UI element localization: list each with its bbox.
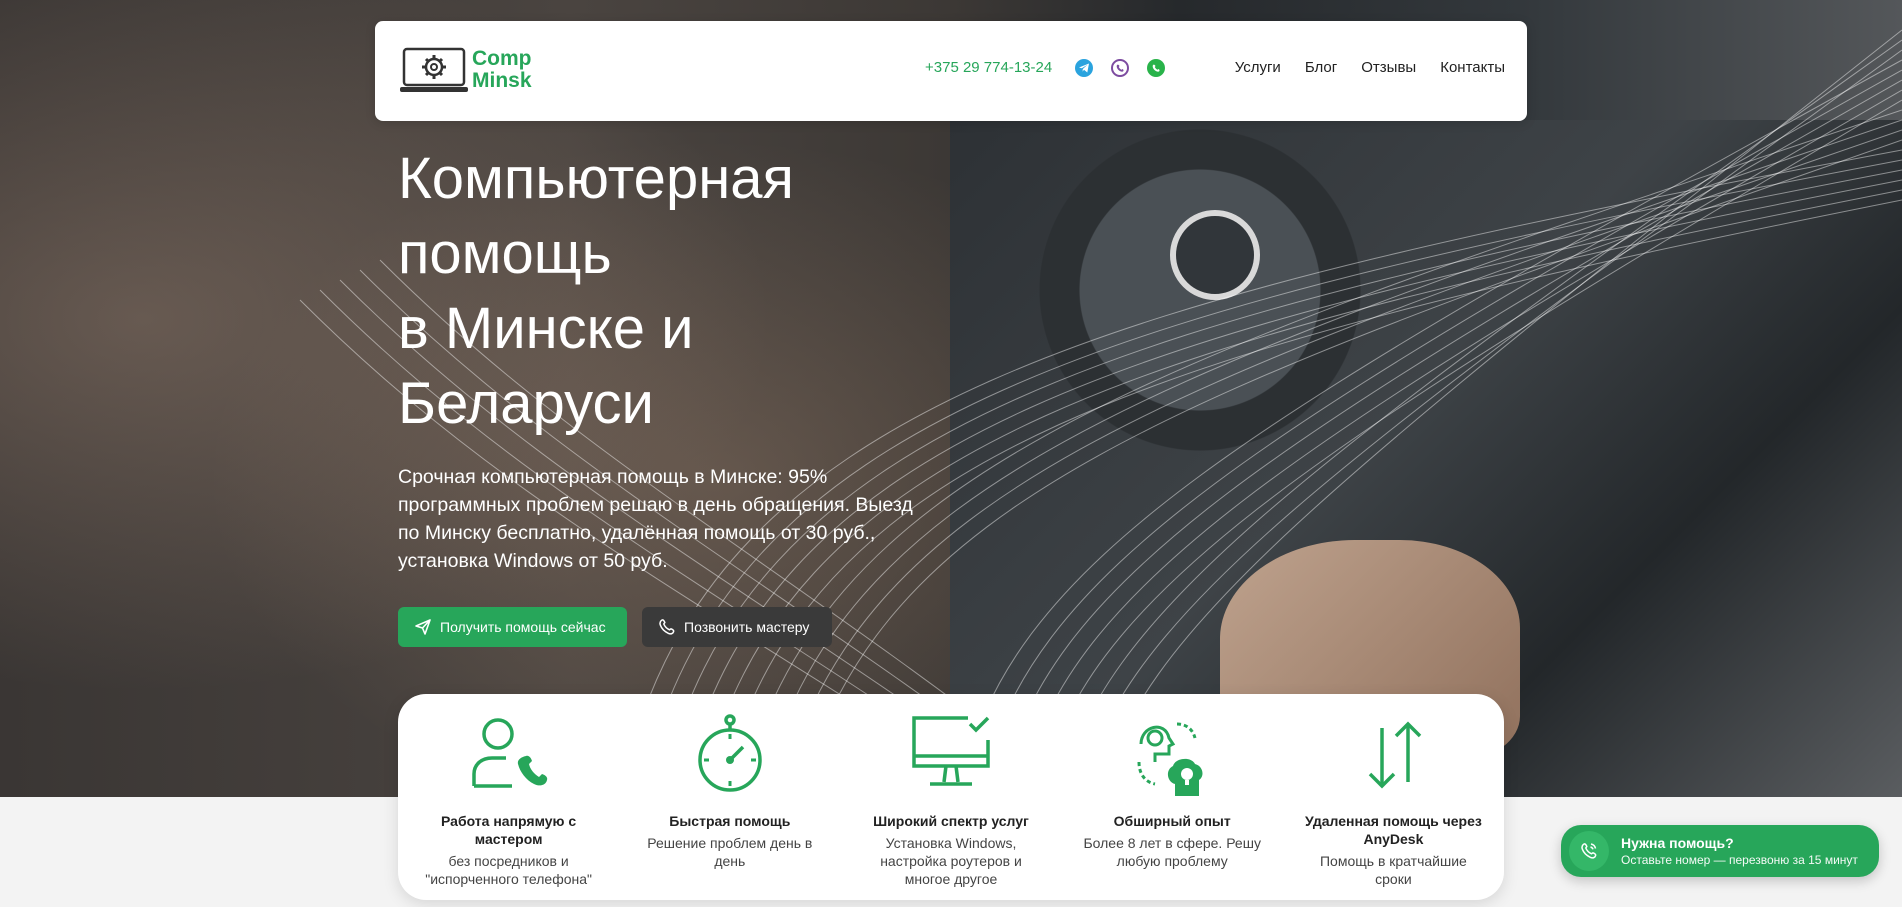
hero-subtitle: Срочная компьютерная помощь в Минске: 95… [398,466,913,572]
get-help-button[interactable]: Получить помощь сейчас [398,607,627,647]
call-master-button[interactable]: Позвонить мастеру [642,607,832,647]
feature-title: Работа напрямую с мастером [441,813,577,847]
callback-popup-title: Нужна помощь? [1621,834,1734,851]
logo-line-2: Minsk [472,69,532,92]
logo-line-1: Comp [472,47,532,70]
phone-icon [659,619,675,635]
callback-popup[interactable]: Нужна помощь? Оставьте номер — перезвоню… [1561,825,1879,877]
feature-title: Быстрая помощь [669,813,791,829]
nav-item-reviews[interactable]: Отзывы [1361,59,1416,76]
viber-icon[interactable] [1111,59,1129,77]
feature-title: Удаленная помощь через AnyDesk [1305,813,1482,847]
heads-lightbulb-icon [1137,722,1203,796]
feature-desc: Установка Windows, настройка роутеров и … [880,835,1022,887]
whatsapp-icon[interactable] [1147,59,1165,77]
callback-popup-text: Нужна помощь? Оставьте номер — перезвоню… [1621,835,1858,868]
feature-item: Быстрая помощь Решение проблем день в де… [619,694,840,900]
send-icon [415,619,431,635]
main-nav: Услуги Блог Отзывы Контакты [1235,59,1505,76]
feature-title: Широкий спектр услуг [873,813,1029,829]
nav-item-blog[interactable]: Блог [1305,59,1337,76]
feature-item: Обширный опыт Более 8 лет в сфере. Решу … [1062,694,1283,900]
feature-item: Работа напрямую с мастером без посредник… [398,694,619,900]
site-logo[interactable]: Comp Minsk [400,45,532,95]
monitor-check-icon [912,716,990,786]
hero-title: Компьютерная помощь в Минске и Беларуси [398,141,998,441]
person-phone-icon [471,718,547,788]
site-header: Comp Minsk +375 29 774-13-24 Услуги Блог… [375,21,1527,121]
feature-desc: Более 8 лет в сфере. Решу любую проблему [1083,835,1261,869]
phone-ring-icon [1569,831,1609,871]
laptop-gear-icon [400,47,468,92]
feature-desc: Помощь в кратчайшие сроки [1319,853,1467,887]
header-phone-link[interactable]: +375 29 774-13-24 [925,59,1052,76]
feature-desc: без посредников и "испорченного телефона… [425,853,592,887]
nav-item-services[interactable]: Услуги [1235,59,1281,76]
hero-title-line-2: помощь [398,221,612,286]
feature-title: Обширный опыт [1113,813,1231,829]
nav-item-contacts[interactable]: Контакты [1440,59,1505,76]
feature-desc: Решение проблем день в день [647,835,813,869]
up-down-arrows-icon [1369,721,1422,789]
get-help-button-label: Получить помощь сейчас [440,619,606,635]
hero-title-line-4: Беларуси [398,371,654,436]
feature-item: Широкий спектр услуг Установка Windows, … [840,694,1061,900]
stopwatch-icon [698,714,762,792]
call-master-button-label: Позвонить мастеру [684,619,810,635]
callback-popup-desc: Оставьте номер — перезвоню за 15 минут [1621,852,1858,867]
logo-text: Comp Minsk [472,48,532,92]
hero-title-line-3: в Минске и [398,296,694,361]
feature-item: Удаленная помощь через AnyDesk Помощь в … [1283,694,1504,900]
telegram-icon[interactable] [1075,59,1093,77]
hero-title-line-1: Компьютерная [398,146,794,211]
features-panel: Работа напрямую с мастером без посредник… [398,694,1504,900]
